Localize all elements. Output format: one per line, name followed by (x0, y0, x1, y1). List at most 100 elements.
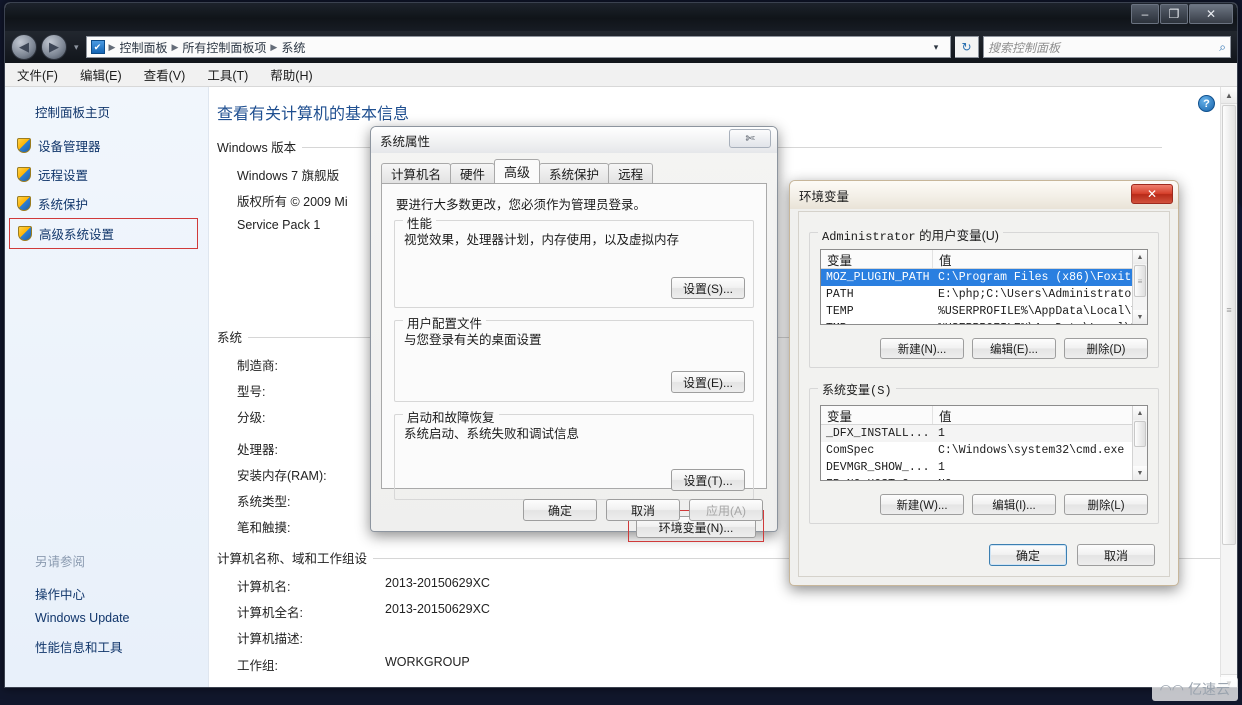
help-icon[interactable]: ? (1198, 95, 1215, 112)
table-row[interactable]: TMP %USERPROFILE%\AppData\Local\Temp (821, 320, 1147, 324)
scroll-down-icon[interactable]: ▼ (1133, 466, 1147, 480)
system-variables-list[interactable]: 变量 值 _DFX_INSTALL... 1 ComSpec C:\Window… (820, 405, 1148, 481)
refresh-button[interactable]: ↻ (955, 36, 979, 58)
scrollbar-thumb[interactable] (1222, 105, 1236, 545)
system-new-button[interactable]: 新建(W)... (880, 494, 964, 515)
sidebar-item-device-manager[interactable]: 设备管理器 (5, 131, 208, 160)
history-dropdown-icon[interactable]: ▾ (71, 42, 82, 53)
maximize-button[interactable]: ❐ (1160, 4, 1188, 24)
menu-file[interactable]: 文件(F) (17, 65, 58, 84)
tab-advanced[interactable]: 高级 (494, 159, 541, 183)
menu-help[interactable]: 帮助(H) (270, 65, 312, 84)
label-computer-name: 计算机名: (237, 580, 291, 594)
sidebar-item-windows-update[interactable]: Windows Update (35, 611, 130, 625)
environment-variables-dialog: 环境变量 ✕ Administrator 的用户变量(U) 变量 值 MOZ_P… (789, 180, 1179, 586)
system-edit-button[interactable]: 编辑(I)... (972, 494, 1056, 515)
tab-hardware[interactable]: 硬件 (450, 163, 496, 183)
column-header-variable[interactable]: 变量 (821, 406, 933, 424)
label-system-type: 系统类型: (237, 495, 291, 509)
user-edit-button[interactable]: 编辑(E)... (972, 338, 1056, 359)
user-delete-button[interactable]: 删除(D) (1064, 338, 1148, 359)
value-workgroup: WORKGROUP (385, 655, 470, 669)
minimize-button[interactable]: – (1131, 4, 1159, 24)
system-variables-scrollbar[interactable]: ▲ ▼ (1132, 406, 1147, 480)
breadcrumb-separator-2: ▶ (270, 41, 278, 52)
watermark-text: 亿速云 (1188, 681, 1230, 697)
system-delete-button[interactable]: 删除(L) (1064, 494, 1148, 515)
search-input[interactable]: 搜索控制面板 ⌕ (983, 36, 1231, 58)
back-button[interactable]: ◀ (11, 34, 37, 60)
breadcrumb-item-0[interactable]: 控制面板 (119, 39, 167, 56)
menu-tools[interactable]: 工具(T) (207, 65, 248, 84)
user-new-button[interactable]: 新建(N)... (880, 338, 964, 359)
variable-value: 1 (938, 461, 945, 474)
table-row[interactable]: TEMP %USERPROFILE%\AppData\Local\Temp (821, 303, 1147, 320)
scrollbar-thumb[interactable]: ≡ (1134, 265, 1146, 297)
shield-icon (17, 167, 31, 182)
performance-settings-button[interactable]: 设置(S)... (671, 277, 745, 299)
startup-recovery-settings-button[interactable]: 设置(T)... (671, 469, 745, 491)
scrollbar-grip: ≡ (1226, 305, 1232, 315)
section-heading-computer-name: 计算机名称、域和工作组设 (217, 548, 1234, 567)
breadcrumb-dropdown-icon[interactable]: ▾ (926, 36, 946, 58)
ok-button[interactable]: 确定 (989, 544, 1067, 566)
system-variables-legend: 系统变量(S) (818, 381, 896, 398)
apply-button: 应用(A) (689, 499, 763, 521)
close-icon[interactable]: ✕ (1131, 184, 1173, 204)
breadcrumb[interactable]: ✔ ▶ 控制面板 ▶ 所有控制面板项 ▶ 系统 ▾ (85, 36, 951, 58)
cancel-button[interactable]: 取消 (1077, 544, 1155, 566)
user-profiles-group-description: 与您登录有关的桌面设置 (404, 333, 542, 347)
forward-button[interactable]: ▶ (41, 34, 67, 60)
shield-icon (18, 226, 32, 241)
close-icon[interactable]: ✄ (729, 129, 771, 148)
table-row[interactable]: PATH E:\php;C:\Users\Administrator\A... (821, 286, 1147, 303)
tab-remote[interactable]: 远程 (608, 163, 654, 183)
system-variables-list-header: 变量 值 (821, 406, 1147, 425)
main-scrollbar[interactable]: ▲ ≡ ▼ (1220, 87, 1237, 687)
page-title: 查看有关计算机的基本信息 (217, 106, 410, 123)
menu-view[interactable]: 查看(V) (144, 65, 186, 84)
sidebar-item-remote-settings[interactable]: 远程设置 (5, 160, 208, 189)
sidebar-item-system-protection[interactable]: 系统保护 (5, 189, 208, 218)
label-model: 型号: (237, 385, 266, 399)
variable-name: PATH (826, 288, 854, 301)
performance-group: 性能 视觉效果，处理器计划，内存使用，以及虚拟内存 设置(S)... (394, 213, 754, 308)
value-full-computer-name: 2013-20150629XC (385, 602, 490, 616)
table-row[interactable]: FP_NO_HOST_C... NO (821, 476, 1147, 480)
cancel-button[interactable]: 取消 (606, 499, 680, 521)
column-header-value[interactable]: 值 (933, 250, 1147, 268)
table-row[interactable]: DEVMGR_SHOW_... 1 (821, 459, 1147, 476)
value-computer-name: 2013-20150629XC (385, 576, 490, 590)
scrollbar-thumb[interactable] (1134, 421, 1146, 447)
sidebar-item-action-center[interactable]: 操作中心 (35, 584, 85, 603)
column-header-variable[interactable]: 变量 (821, 250, 933, 268)
watermark-cloud-icon: ◠◠ (1159, 680, 1184, 697)
scroll-up-icon[interactable]: ▲ (1133, 250, 1147, 264)
user-variables-username: Administrator (822, 230, 916, 244)
sidebar-item-advanced-system-settings[interactable]: 高级系统设置 (9, 218, 198, 249)
table-row[interactable]: ComSpec C:\Windows\system32\cmd.exe (821, 442, 1147, 459)
user-variables-scrollbar[interactable]: ▲ ≡ ▼ (1132, 250, 1147, 324)
menu-edit[interactable]: 编辑(E) (80, 65, 122, 84)
scroll-down-icon[interactable]: ▼ (1133, 310, 1147, 324)
sidebar-item-control-panel-home[interactable]: 控制面板主页 (5, 99, 208, 131)
table-row[interactable]: MOZ_PLUGIN_PATH C:\Program Files (x86)\F… (821, 269, 1147, 286)
advanced-tab-panel: 要进行大多数更改，您必须作为管理员登录。 性能 视觉效果，处理器计划，内存使用，… (381, 183, 767, 542)
close-button[interactable]: ✕ (1189, 4, 1233, 24)
user-profiles-settings-button[interactable]: 设置(E)... (671, 371, 745, 393)
user-variables-group: Administrator 的用户变量(U) 变量 值 MOZ_PLUGIN_P… (809, 225, 1159, 368)
scroll-up-icon[interactable]: ▲ (1221, 87, 1237, 104)
sidebar-item-performance-info[interactable]: 性能信息和工具 (35, 637, 123, 656)
tab-computer-name[interactable]: 计算机名 (381, 163, 452, 183)
breadcrumb-item-2[interactable]: 系统 (281, 39, 305, 56)
tab-system-protection[interactable]: 系统保护 (539, 163, 610, 183)
label-installed-memory: 安装内存(RAM): (237, 469, 327, 483)
ok-button[interactable]: 确定 (523, 499, 597, 521)
sidebar-item-label: 系统保护 (38, 198, 89, 212)
user-variables-list[interactable]: 变量 值 MOZ_PLUGIN_PATH C:\Program Files (x… (820, 249, 1148, 325)
table-row[interactable]: _DFX_INSTALL... 1 (821, 425, 1147, 442)
environment-variables-titlebar: 环境变量 ✕ (790, 181, 1178, 209)
scroll-up-icon[interactable]: ▲ (1133, 406, 1147, 420)
breadcrumb-item-1[interactable]: 所有控制面板项 (182, 39, 266, 56)
column-header-value[interactable]: 值 (933, 406, 1147, 424)
